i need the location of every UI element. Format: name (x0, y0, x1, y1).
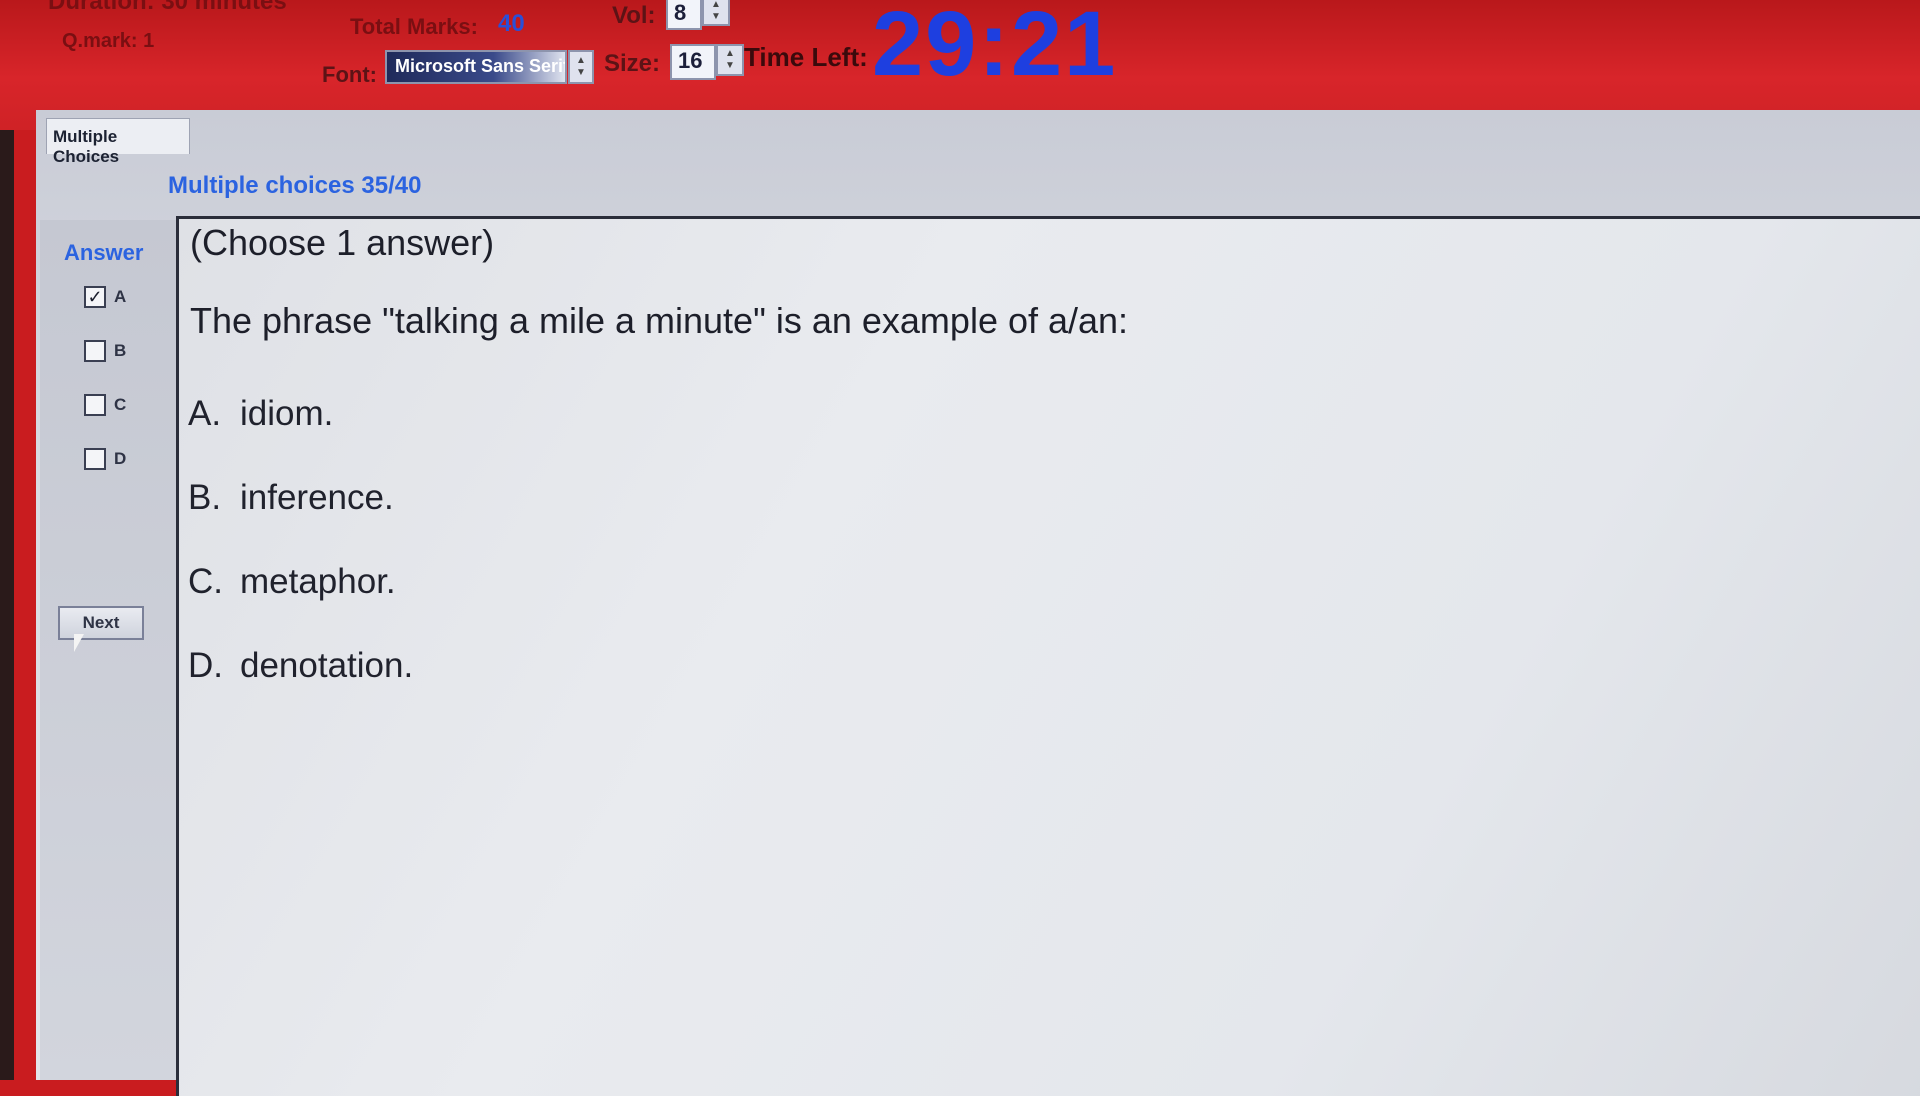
checkbox-c[interactable] (84, 394, 106, 416)
option-letter: D. (188, 646, 223, 685)
question-instruction: (Choose 1 answer) (190, 222, 495, 263)
size-spinner-arrows[interactable]: ▲ ▼ (716, 44, 744, 76)
checkmark-icon: ✓ (87, 287, 103, 307)
volume-spinner-arrows[interactable]: ▲ ▼ (702, 0, 730, 26)
spin-up-icon[interactable]: ▲ (725, 48, 735, 60)
question-mark-text: Q.mark: 1 (62, 30, 155, 52)
volume-label: Vol: (612, 2, 656, 29)
volume-spinner[interactable]: 8 ▲ ▼ (666, 0, 730, 30)
countdown-timer: 29:21 (872, 0, 1118, 95)
font-select-arrow[interactable]: ▲ ▼ (568, 50, 594, 84)
answer-option-a[interactable]: ✓ A (84, 286, 126, 308)
spin-down-icon[interactable]: ▼ (576, 67, 586, 79)
answer-panel-title: Answer (64, 240, 144, 265)
spin-down-icon[interactable]: ▼ (711, 11, 721, 23)
font-select[interactable]: Microsoft Sans Serif (385, 50, 567, 84)
checkbox-b[interactable] (84, 340, 106, 362)
answer-option-letter: A (114, 287, 127, 306)
mouse-cursor-icon (74, 634, 84, 652)
size-label: Size: (604, 50, 661, 77)
option-letter: A. (188, 394, 222, 433)
question-option-d: D. denotation. (188, 646, 413, 686)
question-option-c: C. metaphor. (188, 562, 396, 602)
question-option-b: B. inference. (188, 478, 394, 518)
font-label: Font: (322, 62, 377, 87)
question-panel (176, 216, 1920, 1096)
answer-option-d[interactable]: D (84, 448, 126, 470)
size-spinner[interactable]: 16 ▲ ▼ (670, 44, 744, 80)
question-option-a: A. idiom. (188, 394, 333, 434)
total-marks-value: 40 (498, 10, 525, 37)
option-text: denotation. (240, 646, 414, 685)
answer-option-letter: C (114, 395, 127, 414)
duration-text: Duration: 30 minutes (48, 0, 287, 15)
answer-option-b[interactable]: B (84, 340, 126, 362)
size-value: 16 (678, 48, 703, 73)
answer-option-c[interactable]: C (84, 394, 126, 416)
option-text: inference. (240, 478, 394, 517)
checkbox-a[interactable]: ✓ (84, 286, 106, 308)
answer-option-letter: D (114, 449, 127, 468)
option-letter: C. (188, 562, 223, 601)
time-left-label: Time Left: (744, 42, 868, 72)
option-letter: B. (188, 478, 222, 517)
option-text: metaphor. (240, 562, 396, 601)
screen-bezel (0, 0, 14, 1080)
option-text: idiom. (240, 394, 334, 433)
spin-down-icon[interactable]: ▼ (725, 60, 735, 72)
tab-multiple-choices[interactable]: Multiple Choices (46, 118, 190, 166)
next-button[interactable]: Next (58, 606, 144, 640)
volume-value: 8 (674, 0, 687, 25)
question-text: The phrase "talking a mile a minute" is … (190, 300, 1129, 341)
answer-option-letter: B (114, 341, 127, 360)
checkbox-d[interactable] (84, 448, 106, 470)
spin-up-icon[interactable]: ▲ (576, 55, 586, 67)
section-title: Multiple choices 35/40 (168, 172, 422, 199)
total-marks-label: Total Marks: (350, 14, 478, 39)
spin-up-icon[interactable]: ▲ (711, 0, 721, 11)
